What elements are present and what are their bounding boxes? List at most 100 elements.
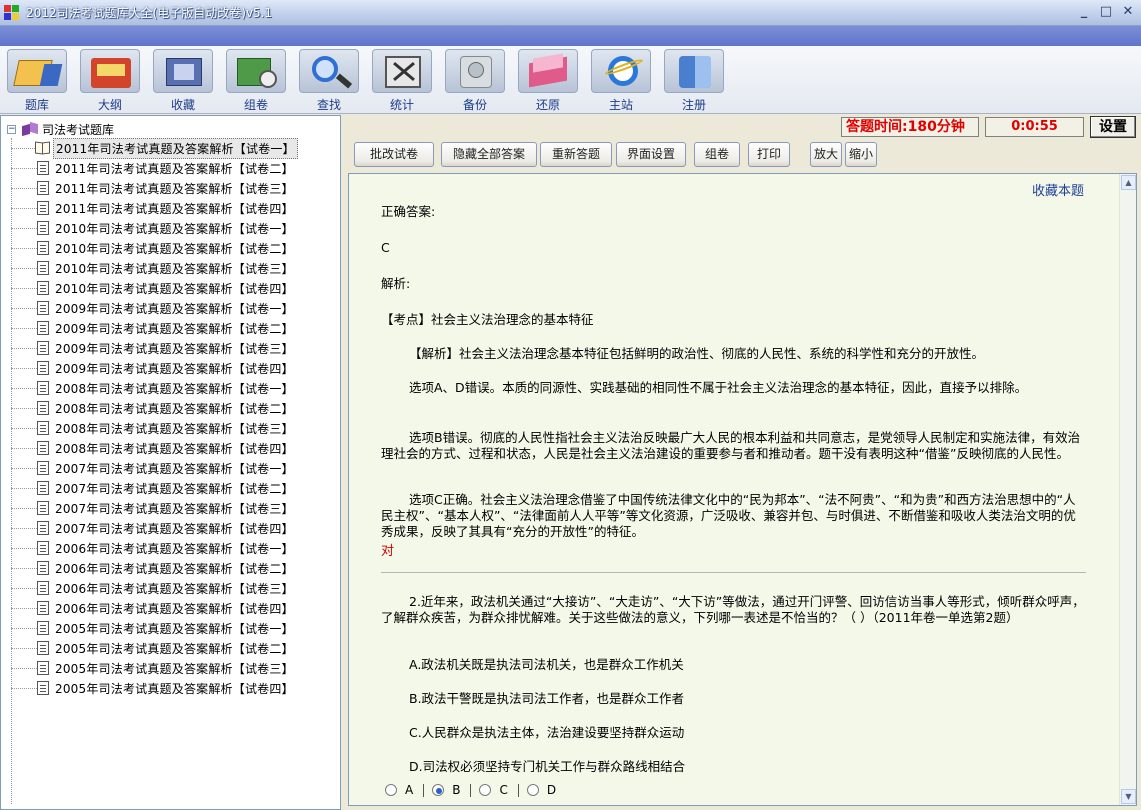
- tree-item-exam[interactable]: 2008年司法考试真题及答案解析【试卷四】: [11, 438, 296, 458]
- analysis-paragraph: 选项A、D错误。本质的同源性、实践基础的相同性不属于社会主义法治理念的基本特征，…: [409, 380, 1028, 395]
- document-icon: [37, 681, 49, 695]
- tree-item-label: 2006年司法考试真题及答案解析【试卷一】: [55, 541, 294, 556]
- tree-item-exam[interactable]: 2011年司法考试真题及答案解析【试卷二】: [11, 158, 296, 178]
- tree-connector: [11, 667, 37, 669]
- tree-connector: [11, 227, 37, 229]
- analysis-paragraph: 选项C正确。社会主义法治理念借鉴了中国传统法律文化中的“民为邦本”、“法不阿贵”…: [381, 492, 1076, 539]
- tool-label: 还原: [535, 98, 560, 112]
- choice-a-radio[interactable]: [385, 784, 397, 796]
- tree-item-exam[interactable]: 2009年司法考试真题及答案解析【试卷四】: [11, 358, 296, 378]
- tree-item-exam[interactable]: 2008年司法考试真题及答案解析【试卷一】: [11, 378, 296, 398]
- tree-item-exam[interactable]: 2008年司法考试真题及答案解析【试卷二】: [11, 398, 296, 418]
- tree-item-label: 2009年司法考试真题及答案解析【试卷一】: [55, 301, 294, 316]
- maximize-button[interactable]: □: [1097, 4, 1115, 21]
- tree-item-label: 2007年司法考试真题及答案解析【试卷四】: [55, 521, 294, 536]
- zoom-out-button[interactable]: 缩小: [845, 142, 877, 167]
- vertical-scrollbar[interactable]: ▲ ▼: [1119, 174, 1136, 805]
- tree-item-label: 2007年司法考试真题及答案解析【试卷一】: [55, 461, 294, 476]
- tree-item-label: 2006年司法考试真题及答案解析【试卷四】: [55, 601, 294, 616]
- tree-connector: [11, 587, 37, 589]
- tool-search[interactable]: 查找: [296, 49, 362, 113]
- tree-item-label: 2011年司法考试真题及答案解析【试卷二】: [55, 161, 294, 176]
- tool-main-site[interactable]: 主站: [588, 49, 654, 113]
- tree-item-label: 2011年司法考试真题及答案解析【试卷四】: [55, 201, 294, 216]
- window-title: 2012司法考试题库大全(电子版自动改卷)v5.1: [26, 6, 273, 20]
- tree-connector: [11, 247, 37, 249]
- tree-item-exam[interactable]: 2006年司法考试真题及答案解析【试卷四】: [11, 598, 296, 618]
- choice-label: C: [499, 783, 508, 797]
- tree-item-exam[interactable]: 2010年司法考试真题及答案解析【试卷四】: [11, 278, 296, 298]
- close-button[interactable]: ✕: [1119, 4, 1137, 21]
- statistics-icon: [372, 49, 432, 93]
- tool-statistics[interactable]: 统计: [369, 49, 435, 113]
- option-a: A.政法机关既是执法司法机关，也是群众工作机关: [409, 657, 684, 672]
- tree-item-exam[interactable]: 2007年司法考试真题及答案解析【试卷三】: [11, 498, 296, 518]
- tree-item-exam[interactable]: 2009年司法考试真题及答案解析【试卷三】: [11, 338, 296, 358]
- tool-outline[interactable]: 大纲: [77, 49, 143, 113]
- tree-item-exam[interactable]: 2011年司法考试真题及答案解析【试卷三】: [11, 178, 296, 198]
- tree-item-label: 2008年司法考试真题及答案解析【试卷四】: [55, 441, 294, 456]
- tree-item-exam[interactable]: 2008年司法考试真题及答案解析【试卷三】: [11, 418, 296, 438]
- tool-favorites[interactable]: 收藏: [150, 49, 216, 113]
- ui-settings-button[interactable]: 界面设置: [616, 142, 686, 167]
- tree-item-exam[interactable]: 2009年司法考试真题及答案解析【试卷一】: [11, 298, 296, 318]
- outline-book-icon: [80, 49, 140, 93]
- tree-item-exam[interactable]: 2011年司法考试真题及答案解析【试卷一】: [11, 137, 298, 159]
- tree-item-exam[interactable]: 2006年司法考试真题及答案解析【试卷三】: [11, 578, 296, 598]
- choice-label: B: [452, 783, 461, 797]
- tree-item-label: 2009年司法考试真题及答案解析【试卷四】: [55, 361, 294, 376]
- question-content[interactable]: 收藏本题 正确答案: C 解析: 【考点】社会主义法治理念的基本特征 【解析】社…: [348, 173, 1137, 806]
- tree-item-exam[interactable]: 2010年司法考试真题及答案解析【试卷三】: [11, 258, 296, 278]
- choice-b-radio[interactable]: [432, 784, 445, 796]
- tree-connector: [11, 167, 37, 169]
- tree-connector: [11, 567, 37, 569]
- tool-backup[interactable]: 备份: [442, 49, 508, 113]
- choice-c-radio[interactable]: [479, 784, 492, 796]
- favorite-question-link[interactable]: 收藏本题: [1032, 180, 1084, 199]
- action-bar: 批改试卷 隐藏全部答案 重新答题 界面设置 组卷 打印 放大 缩小: [345, 140, 1141, 170]
- exam-tree[interactable]: − 司法考试题库 2011年司法考试真题及答案解析【试卷一】 2011年司法考试真…: [0, 115, 341, 810]
- scroll-down-icon[interactable]: ▼: [1121, 789, 1136, 804]
- grade-paper-button[interactable]: 批改试卷: [354, 142, 434, 167]
- tool-register[interactable]: 注册: [661, 49, 727, 113]
- tree-item-exam[interactable]: 2006年司法考试真题及答案解析【试卷一】: [11, 538, 296, 558]
- tree-connector: [11, 487, 37, 489]
- search-magnifier-icon: [299, 49, 359, 93]
- open-book-icon: [35, 141, 51, 155]
- tree-root[interactable]: − 司法考试题库: [7, 120, 114, 138]
- tree-item-exam[interactable]: 2009年司法考试真题及答案解析【试卷二】: [11, 318, 296, 338]
- app-icon[interactable]: [4, 4, 20, 21]
- tree-item-exam[interactable]: 2007年司法考试真题及答案解析【试卷二】: [11, 478, 296, 498]
- tree-item-exam[interactable]: 2005年司法考试真题及答案解析【试卷四】: [11, 678, 296, 698]
- choice-label: D: [546, 783, 557, 797]
- tree-item-label: 2007年司法考试真题及答案解析【试卷三】: [55, 501, 294, 516]
- choice-d-radio[interactable]: [526, 784, 539, 796]
- scroll-up-icon[interactable]: ▲: [1121, 175, 1136, 190]
- minimize-button[interactable]: _: [1075, 4, 1093, 21]
- tree-item-exam[interactable]: 2007年司法考试真题及答案解析【试卷四】: [11, 518, 296, 538]
- tool-compose[interactable]: 组卷: [223, 49, 289, 113]
- tree-item-exam[interactable]: 2010年司法考试真题及答案解析【试卷二】: [11, 238, 296, 258]
- settings-button[interactable]: 设置: [1090, 116, 1136, 138]
- tree-item-exam[interactable]: 2007年司法考试真题及答案解析【试卷一】: [11, 458, 296, 478]
- hide-answers-button[interactable]: 隐藏全部答案: [441, 142, 537, 167]
- tool-question-bank[interactable]: 题库: [4, 49, 70, 113]
- tree-item-exam[interactable]: 2010年司法考试真题及答案解析【试卷一】: [11, 218, 296, 238]
- compose-paper-button[interactable]: 组卷: [694, 142, 740, 167]
- print-button[interactable]: 打印: [748, 142, 790, 167]
- tree-root-label: 司法考试题库: [42, 122, 115, 137]
- tree-connector: [11, 687, 37, 689]
- document-icon: [37, 661, 49, 675]
- tool-restore[interactable]: 还原: [515, 49, 581, 113]
- redo-answers-button[interactable]: 重新答题: [540, 142, 612, 167]
- collapse-toggle-icon[interactable]: −: [7, 124, 16, 134]
- tree-item-exam[interactable]: 2005年司法考试真题及答案解析【试卷一】: [11, 618, 296, 638]
- zoom-in-button[interactable]: 放大: [810, 142, 842, 167]
- tree-item-exam[interactable]: 2011年司法考试真题及答案解析【试卷四】: [11, 198, 296, 218]
- tree-item-exam[interactable]: 2005年司法考试真题及答案解析【试卷二】: [11, 638, 296, 658]
- document-icon: [37, 281, 49, 295]
- tree-item-exam[interactable]: 2005年司法考试真题及答案解析【试卷三】: [11, 658, 296, 678]
- window-controls: _ □ ✕: [1075, 4, 1137, 21]
- tree-item-label: 2005年司法考试真题及答案解析【试卷二】: [55, 641, 294, 656]
- tree-item-exam[interactable]: 2006年司法考试真题及答案解析【试卷二】: [11, 558, 296, 578]
